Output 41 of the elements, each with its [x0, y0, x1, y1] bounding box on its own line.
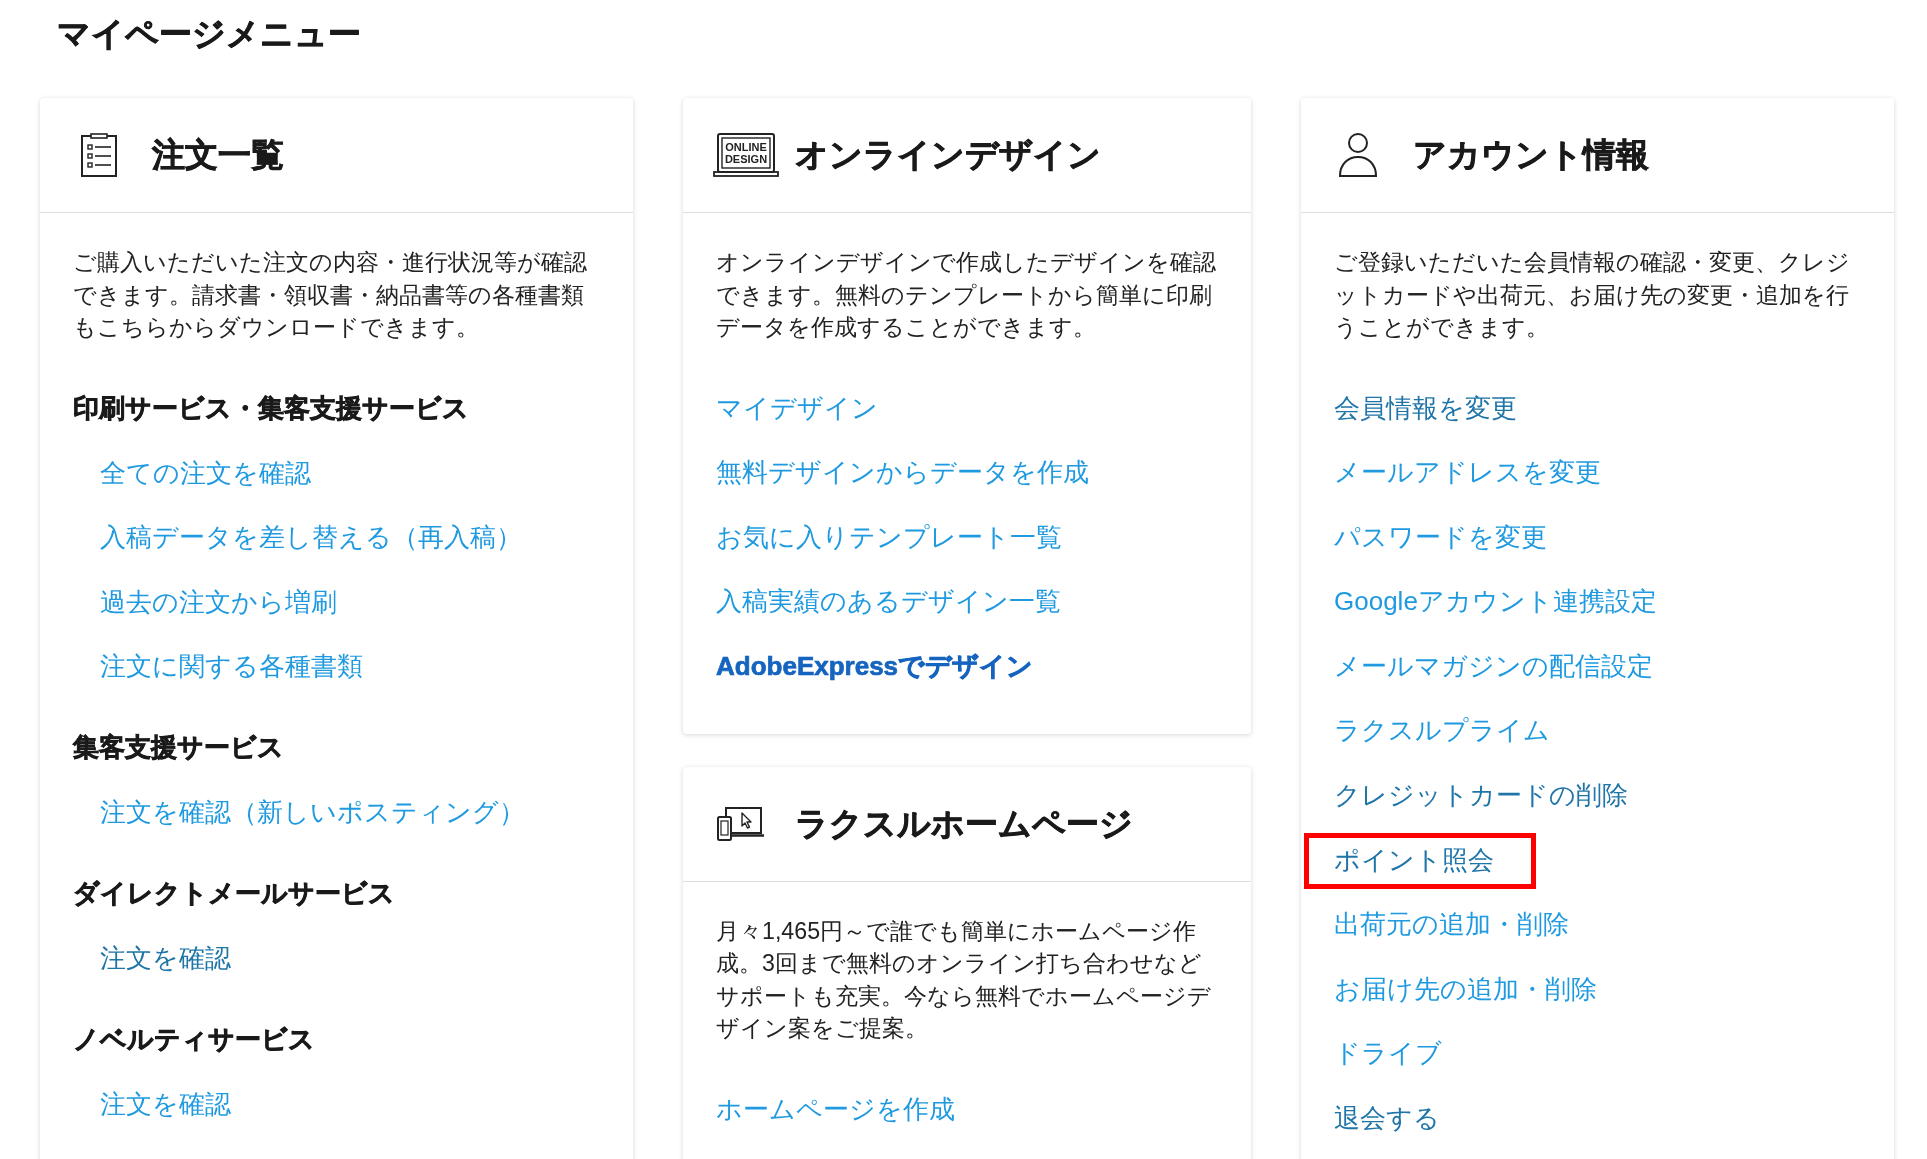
menu-link[interactable]: クレジットカードの削除: [1334, 777, 1628, 814]
page-title: マイページメニュー: [57, 14, 361, 54]
card-title: 注文一覧: [152, 135, 284, 175]
menu-link[interactable]: メールマガジンの配信設定: [1334, 647, 1653, 684]
menu-link[interactable]: 会員情報を変更: [1334, 389, 1517, 426]
card-description: ご購入いただいた注文の内容・進行状況等が確認できます。請求書・領収書・納品書等の各種書類もこちらからダウンロードできます。: [73, 248, 588, 342]
card-title: ラクスルホームページ: [795, 803, 1133, 844]
menu-link[interactable]: ホームページを作成: [716, 1090, 955, 1127]
person-icon: [1338, 133, 1378, 177]
section-heading: 集客支援サービス: [73, 731, 284, 765]
menu-link[interactable]: パスワードを変更: [1334, 518, 1547, 555]
menu-link[interactable]: 入稿データを差し替える（再入稿）: [100, 519, 522, 556]
menu-link[interactable]: ラクスルプライム: [1334, 712, 1550, 749]
card-title: オンラインデザイン: [795, 135, 1101, 175]
menu-link[interactable]: お届け先の追加・削除: [1334, 970, 1597, 1007]
card-description: オンラインデザインで作成したデザインを確認できます。無料のテンプレートから簡単に印刷データを作成することができます。: [716, 248, 1217, 342]
menu-link[interactable]: ポイント照会: [1304, 832, 1536, 889]
menu-link[interactable]: 注文を確認（新しいポスティング）: [100, 794, 525, 831]
menu-link[interactable]: 過去の注文から増刷: [100, 583, 337, 620]
section-heading: 印刷サービス・集客支援サービス: [73, 391, 469, 425]
menu-link[interactable]: マイデザイン: [716, 389, 878, 426]
menu-link[interactable]: ドライブ: [1334, 1035, 1442, 1072]
menu-link[interactable]: 全ての注文を確認: [100, 454, 311, 491]
section-heading: ノベルティサービス: [73, 1023, 315, 1057]
card-title: アカウント情報: [1413, 135, 1649, 175]
menu-link[interactable]: 退会する: [1334, 1100, 1440, 1137]
card-description: 月々1,465円～で誰でも簡単にホームページ作成。3回まで無料のオンライン打ち合わせなどサポートも充実。今なら無料でホームページデザイン案をご提案。: [716, 916, 1212, 1044]
menu-link[interactable]: 入稿実績のあるデザイン一覧: [716, 583, 1061, 620]
section-heading: ダイレクトメールサービス: [73, 877, 395, 911]
menu-link[interactable]: メールアドレスを変更: [1334, 454, 1601, 491]
menu-link[interactable]: 注文を確認: [100, 940, 231, 977]
menu-link[interactable]: お気に入りテンプレート一覧: [716, 518, 1062, 555]
laptop-phone-cursor-icon: [717, 806, 765, 841]
menu-link[interactable]: 注文に関する各種書類: [100, 648, 363, 685]
menu-link[interactable]: Googleアカウント連携設定: [1334, 583, 1657, 620]
menu-link[interactable]: AdobeExpressでデザイン: [716, 647, 1034, 684]
menu-link[interactable]: 注文を確認: [100, 1086, 231, 1123]
menu-link[interactable]: 出荷元の追加・削除: [1334, 906, 1569, 943]
card-description: ご登録いただいた会員情報の確認・変更、クレジットカードや出荷元、お届け先の変更・追加を行うことができます。: [1334, 248, 1851, 342]
clipboard-list-icon: [81, 133, 117, 177]
menu-link[interactable]: 無料デザインからデータを作成: [716, 454, 1089, 491]
